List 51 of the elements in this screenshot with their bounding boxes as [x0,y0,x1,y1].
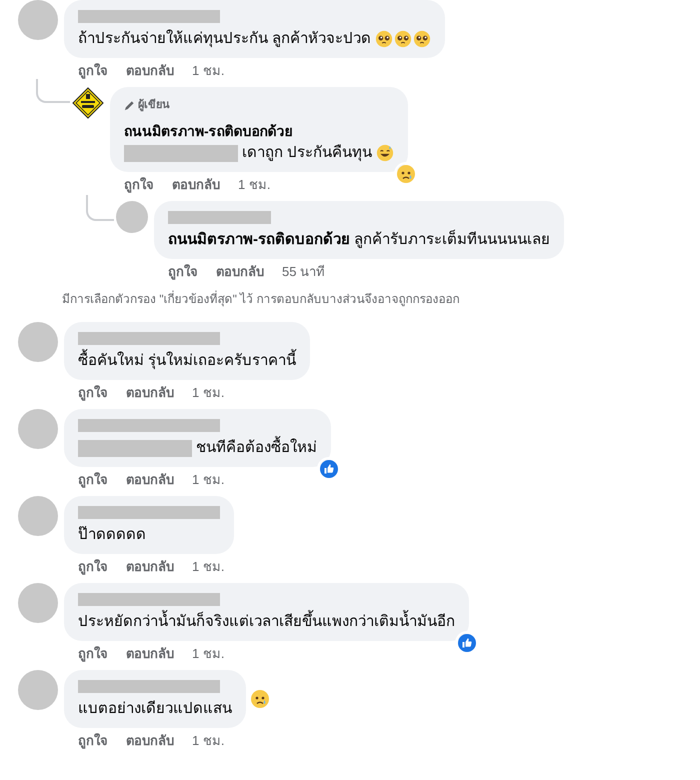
comment-text: ชนทีคือต้องซื้อใหม่ [196,438,317,458]
author-name[interactable]: ถนนมิตรภาพ-รถติดบอกด้วย [124,121,394,141]
timestamp[interactable]: 1 ชม. [192,385,224,401]
action-link[interactable]: ตอบกลับ [126,385,174,401]
action-link[interactable]: ถูกใจ [78,385,108,401]
timestamp[interactable]: 1 ชม. [192,733,224,749]
action-link[interactable]: ตอบกลับ [126,559,174,575]
timestamp[interactable]: 1 ชม. [238,177,270,193]
action-link[interactable]: ถูกใจ [78,733,108,749]
thread-connector-line [36,79,70,103]
filter-notice: มีการเลือกตัวกรอง "เกี่ยวข้องที่สุด" ไว้ การตอบกลับบางส่วนจึงอาจถูกกรองออก [61,290,461,308]
action-link[interactable]: ถูกใจ [78,472,108,488]
author-label: ผู้เขียน [138,98,170,114]
action-link[interactable]: ถูกใจ [78,559,108,575]
action-link[interactable]: ตอบกลับ [126,733,174,749]
action-link[interactable]: ตอบกลับ [172,177,220,193]
avatar[interactable] [116,201,148,233]
timestamp[interactable]: 1 ชม. [192,559,224,575]
action-link[interactable]: ตอบกลับ [126,63,174,79]
pencil-icon [124,100,135,110]
action-link[interactable]: ถูกใจ [78,646,108,662]
comment-text: ถ้าประกันจ่ายให้แค่ทุนประกัน ลูกค้าหัวจะปวด [78,29,372,49]
comment-text: ซื้อคันใหม่ รุ่นใหม่เถอะครับราคานี้ [78,351,296,371]
grinning-sweat-face-icon [376,144,394,162]
action-link[interactable]: ถูกใจ [78,63,108,79]
mention-link[interactable]: ถนนมิตรภาพ-รถติดบอกด้วย [168,230,350,250]
action-link[interactable]: ถูกใจ [124,177,154,193]
timestamp[interactable]: 1 ชม. [192,63,224,79]
comment-text: ประหยัดกว่าน้ำมันก็จริงแต่เวลาเสียขึ้นแพงกว่าเติมน้ำมันอีก [78,612,455,632]
thread-connector-line [86,195,114,221]
comment-text: เดาถูก ประกันคืนทุน [242,143,372,163]
action-link[interactable]: ถูกใจ [168,264,198,280]
comment-text: ป๊าดดดดด [78,525,146,545]
pleading-face-icon [375,30,394,48]
action-link[interactable]: ตอบกลับ [126,646,174,662]
road-sign-logo-icon[interactable] [72,87,104,119]
avatar[interactable] [18,409,58,449]
avatar[interactable] [18,496,58,536]
comment-text: ลูกค้ารับภาระเต็มทีนนนนนเลย [354,230,550,250]
comment-text: แบตอย่างเดียวแปดแสน [78,699,232,719]
action-link[interactable]: ตอบกลับ [216,264,264,280]
timestamp[interactable]: 1 ชม. [192,646,224,662]
pleading-face-icon [394,30,412,48]
avatar[interactable] [18,583,58,623]
action-link[interactable]: ตอบกลับ [126,472,174,488]
avatar[interactable] [18,322,58,362]
pleading-face-icon [413,30,432,48]
timestamp[interactable]: 1 ชม. [192,472,224,488]
avatar[interactable] [18,670,58,710]
avatar[interactable] [18,0,58,40]
timestamp[interactable]: 55 นาที [282,264,326,280]
